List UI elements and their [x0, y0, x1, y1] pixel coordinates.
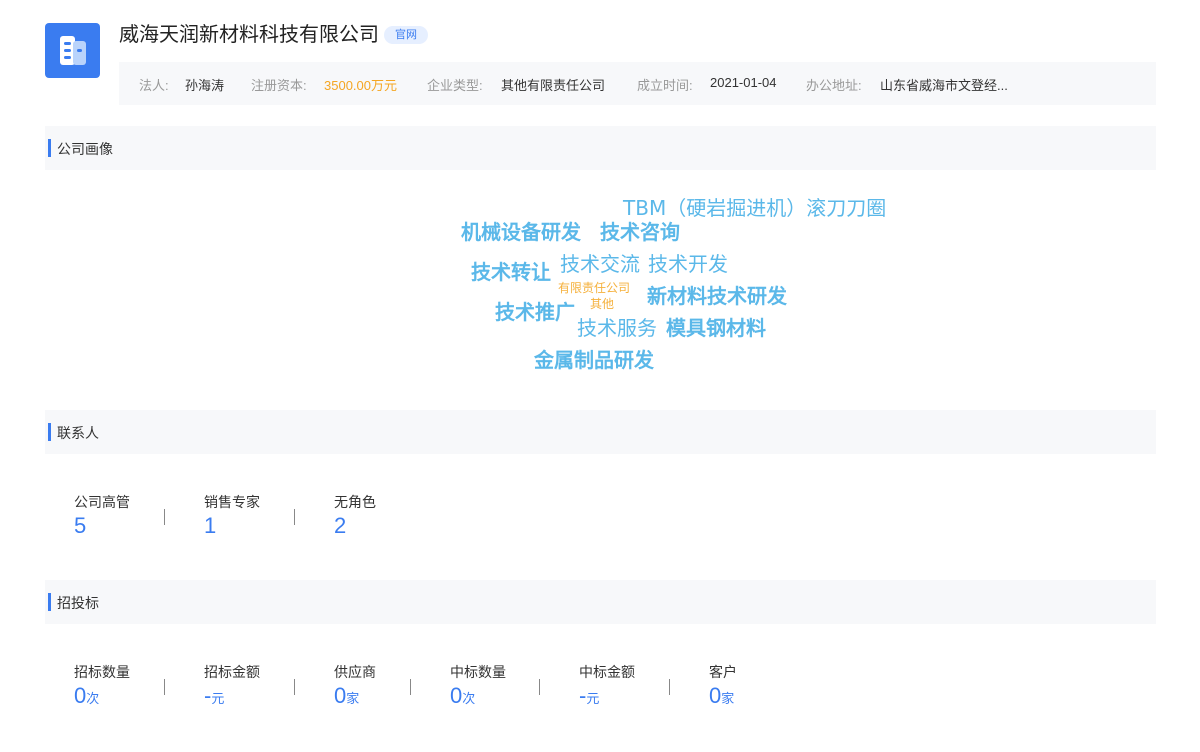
tag-word[interactable]: 技术服务 — [577, 312, 657, 341]
stat-win-count[interactable]: 中标数量 0次 — [450, 662, 506, 709]
stat-divider — [669, 679, 670, 695]
tag-word[interactable]: 机械设备研发 — [461, 216, 581, 245]
stat-label: 中标金额 — [579, 664, 635, 680]
capital-value: 3500.00万元 — [324, 78, 397, 93]
type-value: 其他有限责任公司 — [501, 78, 606, 93]
company-logo — [45, 23, 100, 78]
stat-customers[interactable]: 客户 0家 — [709, 662, 737, 709]
contacts-section-header: 联系人 — [45, 410, 1156, 454]
stat-label: 客户 — [709, 664, 737, 680]
stat-divider — [294, 679, 295, 695]
stat-unit: 次 — [86, 691, 100, 706]
section-accent-bar — [48, 139, 51, 157]
section-accent-bar — [48, 593, 51, 611]
stat-unit: 元 — [586, 691, 600, 706]
stat-divider — [410, 679, 411, 695]
stat-tender-count[interactable]: 招标数量 0次 — [74, 662, 130, 709]
stat-no-role[interactable]: 无角色 2 — [334, 492, 376, 539]
stat-label: 中标数量 — [450, 664, 506, 680]
tag-word[interactable]: 技术咨询 — [600, 216, 680, 245]
stat-label: 公司高管 — [74, 494, 130, 510]
company-info-bar: 法人: 孙海涛 注册资本: 3500.00万元 企业类型: 其他有限责任公司 成… — [119, 62, 1156, 105]
founded-value: 2021-01-04 — [710, 75, 777, 90]
stat-executives[interactable]: 公司高管 5 — [74, 492, 130, 539]
tag-word[interactable]: 新材料技术研发 — [647, 280, 787, 309]
stat-sales-experts[interactable]: 销售专家 1 — [204, 492, 260, 539]
capital-label: 注册资本: — [251, 78, 307, 93]
stat-value: 0 — [334, 683, 347, 708]
legal-rep-label: 法人: — [139, 78, 169, 93]
stat-value: 0 — [709, 683, 722, 708]
stat-win-amount[interactable]: 中标金额 -元 — [579, 662, 635, 709]
tag-cloud: TBM（硬岩掘进机）滚刀刀圈 机械设备研发 技术咨询 技术转让 技术交流 技术开… — [0, 170, 1200, 400]
tag-word[interactable]: 其他 — [590, 295, 614, 312]
bidding-section-title: 招投标 — [57, 595, 99, 611]
portrait-section-header: 公司画像 — [45, 126, 1156, 170]
tag-word[interactable]: 金属制品研发 — [534, 344, 654, 373]
stat-divider — [164, 679, 165, 695]
stat-value: 0 — [450, 683, 463, 708]
tag-word[interactable]: 技术开发 — [648, 248, 728, 277]
stat-label: 招标数量 — [74, 664, 130, 680]
stat-unit: 家 — [721, 691, 735, 706]
stat-label: 供应商 — [334, 664, 376, 680]
stat-label: 招标金额 — [204, 664, 260, 680]
tag-word[interactable]: 技术推广 — [495, 296, 575, 325]
building-icon — [60, 36, 86, 65]
tag-word[interactable]: 技术转让 — [471, 256, 551, 285]
address-value[interactable]: 山东省威海市文登经... — [880, 75, 1008, 94]
stat-value: 0 — [74, 683, 87, 708]
portrait-section-title: 公司画像 — [57, 141, 113, 157]
stat-tender-amount[interactable]: 招标金额 -元 — [204, 662, 260, 709]
official-site-badge[interactable]: 官网 — [384, 26, 428, 44]
stat-unit: 元 — [211, 691, 225, 706]
stat-value: 1 — [204, 513, 217, 538]
contacts-section-title: 联系人 — [57, 425, 99, 441]
company-name: 威海天润新材料科技有限公司 — [119, 24, 379, 46]
section-accent-bar — [48, 423, 51, 441]
tag-word[interactable]: 有限责任公司 — [558, 279, 630, 296]
stat-divider — [294, 509, 295, 525]
founded-label: 成立时间: — [637, 78, 693, 93]
tag-word[interactable]: 技术交流 — [560, 248, 640, 277]
legal-rep-value[interactable]: 孙海涛 — [185, 75, 224, 94]
address-label: 办公地址: — [806, 78, 862, 93]
stat-suppliers[interactable]: 供应商 0家 — [334, 662, 376, 709]
stat-label: 销售专家 — [204, 494, 260, 510]
stat-value: 2 — [334, 513, 347, 538]
bidding-section-header: 招投标 — [45, 580, 1156, 624]
tag-word[interactable]: 模具钢材料 — [666, 312, 766, 341]
stat-divider — [539, 679, 540, 695]
type-label: 企业类型: — [427, 78, 483, 93]
stat-unit: 家 — [346, 691, 360, 706]
stat-label: 无角色 — [334, 494, 376, 510]
stat-value: 5 — [74, 513, 87, 538]
stat-unit: 次 — [462, 691, 476, 706]
stat-divider — [164, 509, 165, 525]
